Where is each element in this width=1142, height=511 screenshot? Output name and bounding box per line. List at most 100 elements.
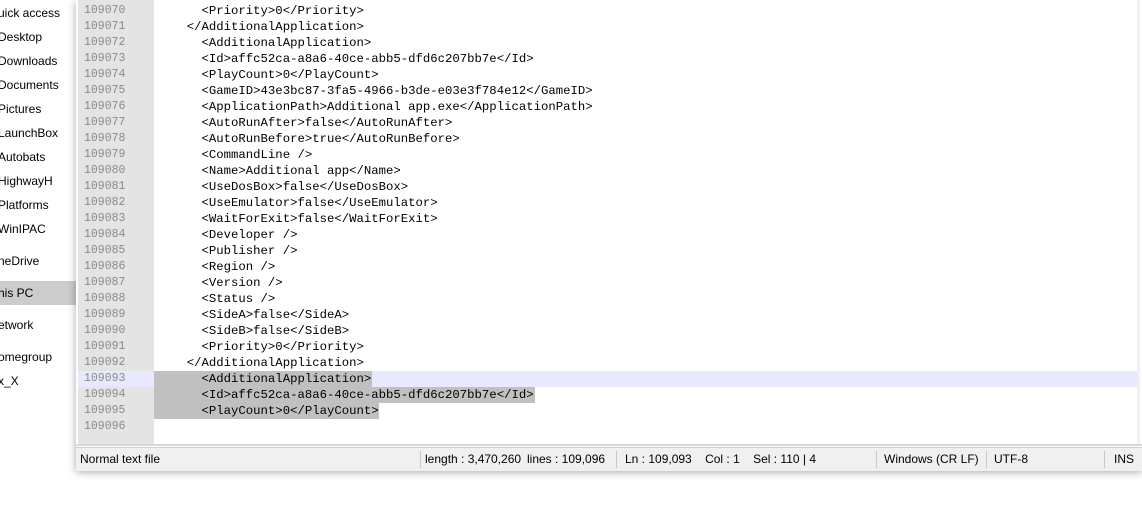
nav-item[interactable]: Autobats xyxy=(0,145,76,169)
line-number: 109081 xyxy=(84,180,126,193)
line-text: <SideB>false</SideB> xyxy=(172,324,350,338)
editor-line[interactable]: 109092 </AdditionalApplication> xyxy=(78,355,1140,371)
line-number: 109073 xyxy=(84,52,126,65)
nav-item-label: Autobats xyxy=(0,150,46,164)
line-text: <SideA>false</SideA> xyxy=(172,308,350,322)
nav-item-label: Platforms xyxy=(0,198,49,212)
editor-line[interactable]: 109080 <Name>Additional app</Name> xyxy=(78,163,1140,179)
status-separator xyxy=(1104,451,1105,468)
notepadpp-window: 109070 <Priority>0</Priority> 109071 </Ad… xyxy=(76,0,1142,471)
line-text: <Id>affc52ca-a8a6-40ce-abb5-dfd6c207bb7e… xyxy=(172,388,534,402)
line-text: <WaitForExit>false</WaitForExit> xyxy=(172,212,438,226)
status-eol[interactable]: Windows (CR LF) xyxy=(880,448,979,471)
editor-line[interactable]: 109076 <ApplicationPath>Additional app.e… xyxy=(78,99,1140,115)
editor-line[interactable]: 109089 <SideA>false</SideA> xyxy=(78,307,1140,323)
nav-item[interactable]: etwork xyxy=(0,313,76,337)
line-text: <Id>affc52ca-a8a6-40ce-abb5-dfd6c207bb7e… xyxy=(172,52,534,66)
editor-line[interactable]: 109096 xyxy=(78,419,1140,435)
nav-item[interactable]: HighwayH xyxy=(0,169,76,193)
nav-item-label: Desktop xyxy=(0,30,43,44)
editor-line[interactable]: 109082 <UseEmulator>false</UseEmulator> xyxy=(78,195,1140,211)
nav-item[interactable]: Documents xyxy=(0,73,76,97)
nav-item-label: WinIPAC xyxy=(0,222,46,236)
editor-line[interactable]: 109077 <AutoRunAfter>false</AutoRunAfter… xyxy=(78,115,1140,131)
line-text: <AutoRunBefore>true</AutoRunBefore> xyxy=(172,132,460,146)
editor-line[interactable]: 109075 <GameID>43e3bc87-3fa5-4966-b3de-e… xyxy=(78,83,1140,99)
line-number: 109093 xyxy=(84,372,126,385)
line-number: 109079 xyxy=(84,148,126,161)
nav-item-label: Pictures xyxy=(0,102,42,116)
editor-line[interactable]: 109090 <SideB>false</SideB> xyxy=(78,323,1140,339)
line-number: 109089 xyxy=(84,308,126,321)
editor-line[interactable]: 109095 <PlayCount>0</PlayCount> xyxy=(78,403,1140,419)
vertical-scrollbar-edge[interactable] xyxy=(1137,0,1140,444)
line-text: <Publisher /> xyxy=(172,244,298,258)
text-editor[interactable]: 109070 <Priority>0</Priority> 109071 </Ad… xyxy=(78,0,1140,444)
editor-line[interactable]: 109081 <UseDosBox>false</UseDosBox> xyxy=(78,179,1140,195)
line-number: 109095 xyxy=(84,404,126,417)
editor-line[interactable]: 109087 <Version /> xyxy=(78,275,1140,291)
editor-line[interactable]: 109088 <Status /> xyxy=(78,291,1140,307)
line-number: 109082 xyxy=(84,196,126,209)
editor-line[interactable]: 109078 <AutoRunBefore>true</AutoRunBefor… xyxy=(78,131,1140,147)
nav-item[interactable]: WinIPAC xyxy=(0,217,76,241)
editor-line[interactable]: 109072 <AdditionalApplication> xyxy=(78,35,1140,51)
nav-item[interactable]: Downloads xyxy=(0,49,76,73)
line-text: <Priority>0</Priority> xyxy=(172,4,364,18)
nav-item[interactable]: x_X xyxy=(0,369,76,393)
line-number: 109078 xyxy=(84,132,126,145)
line-number: 109096 xyxy=(84,420,126,433)
line-number: 109076 xyxy=(84,100,126,113)
navigation-pane: uick access Desktop Downloads Documents Pict… xyxy=(0,0,76,511)
editor-line[interactable]: 109094 <Id>affc52ca-a8a6-40ce-abb5-dfd6c… xyxy=(78,387,1140,403)
line-number: 109072 xyxy=(84,36,126,49)
status-bar: Normal text file length : 3,470,260 line… xyxy=(76,447,1142,471)
line-text: <PlayCount>0</PlayCount> xyxy=(172,68,379,82)
editor-line[interactable]: 109086 <Region /> xyxy=(78,259,1140,275)
status-separator xyxy=(616,451,617,468)
line-text: <Developer /> xyxy=(172,228,298,242)
line-number: 109087 xyxy=(84,276,126,289)
editor-line[interactable]: 109079 <CommandLine /> xyxy=(78,147,1140,163)
editor-line[interactable]: 109071 </AdditionalApplication> xyxy=(78,19,1140,35)
editor-line[interactable]: 109084 <Developer /> xyxy=(78,227,1140,243)
nav-item[interactable]: uick access xyxy=(0,1,76,25)
editor-line[interactable]: 109083 <WaitForExit>false</WaitForExit> xyxy=(78,211,1140,227)
line-text: <Status /> xyxy=(172,292,276,306)
nav-item-label: etwork xyxy=(0,318,34,332)
nav-item-label: HighwayH xyxy=(0,174,53,188)
line-text: <Priority>0</Priority> xyxy=(172,340,364,354)
nav-item[interactable]: LaunchBox xyxy=(0,121,76,145)
nav-item[interactable]: Desktop xyxy=(0,25,76,49)
editor-bottom-border xyxy=(76,444,1142,446)
line-number: 109077 xyxy=(84,116,126,129)
status-insert-mode[interactable]: INS xyxy=(1110,448,1134,471)
nav-item-label: LaunchBox xyxy=(0,126,59,140)
line-number: 109075 xyxy=(84,84,126,97)
line-text: <Region /> xyxy=(172,260,276,274)
status-length: length : 3,470,260 xyxy=(425,452,522,466)
line-number: 109090 xyxy=(84,324,126,337)
editor-line[interactable]: 109085 <Publisher /> xyxy=(78,243,1140,259)
nav-item[interactable]: omegroup xyxy=(0,345,76,369)
nav-item[interactable]: neDrive xyxy=(0,249,76,273)
line-number: 109085 xyxy=(84,244,126,257)
line-text: </AdditionalApplication> xyxy=(172,356,364,370)
editor-line[interactable]: 109093 <AdditionalApplication> xyxy=(78,371,1140,387)
nav-item[interactable]: Pictures xyxy=(0,97,76,121)
nav-item-label: Documents xyxy=(0,78,59,92)
editor-line[interactable]: 109074 <PlayCount>0</PlayCount> xyxy=(78,67,1140,83)
line-number: 109086 xyxy=(84,260,126,273)
status-encoding[interactable]: UTF-8 xyxy=(990,448,1028,471)
nav-item[interactable]: Platforms xyxy=(0,193,76,217)
line-text: <AdditionalApplication> xyxy=(172,372,372,386)
editor-line[interactable]: 109091 <Priority>0</Priority> xyxy=(78,339,1140,355)
editor-line[interactable]: 109073 <Id>affc52ca-a8a6-40ce-abb5-dfd6c… xyxy=(78,51,1140,67)
nav-item-label: neDrive xyxy=(0,254,40,268)
line-number: 109083 xyxy=(84,212,126,225)
line-number: 109071 xyxy=(84,20,126,33)
editor-line[interactable]: 109070 <Priority>0</Priority> xyxy=(78,3,1140,19)
line-number: 109091 xyxy=(84,340,126,353)
nav-item-label: his PC xyxy=(0,286,34,300)
nav-item[interactable]: his PC xyxy=(0,281,76,305)
